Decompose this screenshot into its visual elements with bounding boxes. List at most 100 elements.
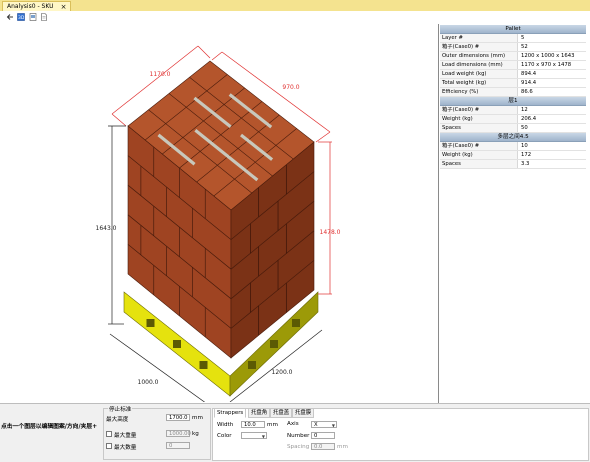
stop-criteria-title: 停止标准 [108, 405, 133, 413]
number-input[interactable]: 0 [311, 432, 335, 439]
pallet-gap [146, 319, 155, 327]
property-value: 894.4 [521, 71, 537, 77]
chevron-down-icon: ▼ [261, 434, 265, 439]
layer-edit-hint: 点击一个图层以编辑图案/方向/夹层+ [1, 424, 98, 430]
property-row[interactable]: Spaces 50 [440, 124, 586, 133]
pallet-gap [248, 361, 256, 369]
width-label: Width [217, 422, 234, 428]
number-label: Number [287, 433, 310, 439]
section-header[interactable]: 层1 [440, 97, 586, 106]
properties-grid: Pallet Layer #5 箱子(Case0) #52 Outer dimensi… [440, 25, 586, 185]
max-count-input[interactable]: 0 [166, 442, 190, 449]
dimension-label-pallet-width: 1000.0 [138, 379, 159, 386]
axis-label: Axis [287, 421, 299, 427]
bottom-panel: 点击一个图层以编辑图案/方向/夹层+ 停止标准 最大高度 1700.0 mm 最… [0, 403, 590, 462]
width-unit: mm [267, 422, 278, 428]
property-name: 箱子(Case0) # [440, 43, 518, 51]
pallet-gap [270, 340, 278, 348]
property-value: 1170 x 970 x 1478 [521, 62, 572, 68]
property-name: Total weight (kg) [440, 79, 518, 87]
property-row[interactable]: Weight (kg) 206.4 [440, 115, 586, 124]
property-value: 5 [521, 35, 525, 41]
property-row[interactable]: 箱子(Case0) #10 [440, 142, 586, 151]
svg-text:3D: 3D [18, 15, 25, 21]
property-row[interactable]: Weight (kg) 172 [440, 151, 586, 160]
property-name: Outer dimensions (mm) [440, 52, 518, 60]
property-value: 86.6 [521, 89, 533, 95]
view-toolbar: 3D [0, 11, 590, 23]
property-name: Load weight (kg) [440, 70, 518, 78]
max-weight-label: 最大重量 [114, 433, 137, 439]
max-height-label: 最大高度 [106, 417, 129, 423]
property-value: 10 [521, 143, 528, 149]
property-name: Load dimensions (mm) [440, 61, 518, 69]
max-count-checkbox[interactable] [106, 443, 112, 449]
back-icon[interactable] [6, 13, 14, 21]
tab-pallet-film[interactable]: 托盘膜 [292, 408, 315, 418]
property-name: Efficiency (%) [440, 88, 518, 96]
3d-view-icon[interactable]: 3D [17, 13, 25, 21]
property-row[interactable]: Load weight (kg) 894.4 [440, 70, 586, 79]
property-value: 1200 x 1000 x 1643 [521, 53, 575, 59]
options-tab-panel: Strappers 托盘角 托盘盖 托盘膜 Width 10.0 mm Colo… [212, 408, 589, 461]
pallet-gap [292, 319, 300, 327]
chevron-down-icon: ▼ [331, 423, 335, 428]
axis-value: X [314, 422, 318, 428]
pallet-3d-view[interactable]: 1170.0 970.0 1643.0 1478.0 1200.0 1000.0 [0, 24, 438, 407]
max-count-label: 最大数量 [114, 445, 137, 451]
dimension-label-length: 1170.0 [150, 71, 171, 78]
property-row[interactable]: Outer dimensions (mm) 1200 x 1000 x 1643 [440, 52, 586, 61]
property-row[interactable]: Layer #5 [440, 34, 586, 43]
spacing-label: Spacing [287, 444, 310, 450]
max-weight-input[interactable]: 1000.00 [166, 430, 191, 437]
width-input[interactable]: 10.0 [241, 421, 265, 428]
section-header[interactable]: 多层之间4.5 [440, 133, 586, 142]
section-header[interactable]: Pallet [440, 25, 586, 34]
tab-pallet-cap[interactable]: 托盘盖 [270, 408, 293, 418]
pallet-gap [199, 361, 208, 369]
stop-criteria-group: 停止标准 最大高度 1700.0 mm 最大重量 1000.00 kg 最大数量… [103, 405, 211, 460]
property-name: Weight (kg) [440, 115, 518, 123]
tab-title: Analysis0 - SKU [7, 3, 54, 10]
dimension-tick [111, 113, 127, 127]
property-value: 12 [521, 107, 528, 113]
property-row[interactable]: 箱子(Case0) #12 [440, 106, 586, 115]
pallet-gap [173, 340, 181, 348]
export-document-icon[interactable] [40, 13, 48, 21]
spacing-input[interactable]: 0.0 [311, 443, 335, 450]
dimension-label-width: 970.0 [282, 84, 299, 91]
tab-pallet-corners[interactable]: 托盘角 [248, 408, 271, 418]
max-height-input[interactable]: 1700.0 [166, 414, 190, 421]
property-name: Spaces [440, 124, 518, 132]
property-name: 箱子(Case0) # [440, 142, 518, 150]
property-value: 172 [521, 152, 532, 158]
dimension-tick [197, 45, 211, 59]
property-name: 箱子(Case0) # [440, 106, 518, 114]
property-name: Weight (kg) [440, 151, 518, 159]
color-label: Color [217, 433, 232, 439]
tab-strappers[interactable]: Strappers [214, 408, 247, 418]
spacing-unit: mm [337, 444, 348, 450]
axis-select[interactable]: X ▼ [311, 421, 337, 428]
property-value: 52 [521, 44, 528, 50]
max-weight-unit: kg [192, 431, 199, 437]
save-image-icon[interactable] [29, 13, 37, 21]
property-row[interactable]: 箱子(Case0) #52 [440, 43, 586, 52]
property-row[interactable]: Efficiency (%) 86.6 [440, 88, 586, 97]
max-weight-checkbox[interactable] [106, 431, 112, 437]
property-row[interactable]: Load dimensions (mm) 1170 x 970 x 1478 [440, 61, 586, 70]
properties-empty-area [440, 186, 588, 404]
property-value: 206.4 [521, 116, 537, 122]
property-value: 914.4 [521, 80, 537, 86]
color-picker[interactable]: ▼ [241, 432, 267, 439]
dimension-label-overall-height: 1643.0 [96, 225, 117, 232]
pallet-drawing[interactable]: 1170.0 970.0 1643.0 1478.0 1200.0 1000.0 [0, 24, 438, 407]
splitter[interactable] [438, 24, 439, 404]
property-row[interactable]: Spaces 3.3 [440, 160, 586, 169]
property-value: 50 [521, 125, 528, 131]
property-value: 3.3 [521, 161, 530, 167]
property-row[interactable]: Total weight (kg) 914.4 [440, 79, 586, 88]
max-height-unit: mm [192, 415, 203, 421]
property-name: Spaces [440, 160, 518, 168]
dimension-label-pallet-length: 1200.0 [272, 369, 293, 376]
